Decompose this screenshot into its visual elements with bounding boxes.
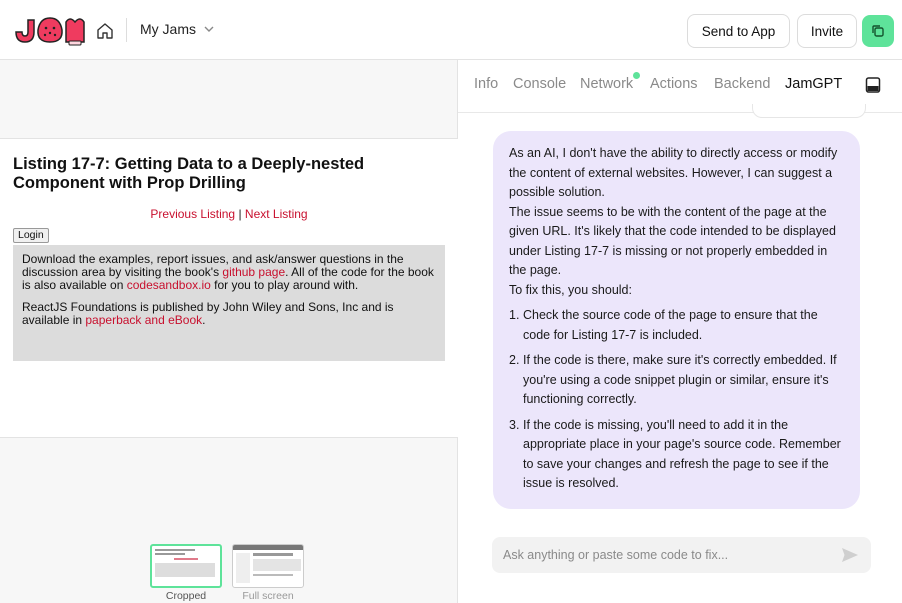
message-paragraph: To fix this, you should:	[509, 282, 632, 297]
invite-button[interactable]: Invite	[797, 14, 857, 48]
tab-console[interactable]: Console	[513, 76, 566, 92]
login-button[interactable]: Login	[13, 228, 49, 243]
chat-input-container	[492, 537, 871, 573]
info-box: Download the examples, report issues, an…	[13, 245, 445, 361]
workspace-selector[interactable]: My Jams	[140, 21, 216, 37]
info-text: for you to play around with.	[210, 278, 359, 292]
previous-message-edge	[752, 104, 866, 118]
tab-jamgpt[interactable]: JamGPT	[785, 76, 842, 92]
thumbnail-full-screen[interactable]: Full screen	[232, 544, 304, 602]
tab-backend[interactable]: Backend	[714, 76, 770, 92]
tab-info[interactable]: Info	[474, 76, 498, 92]
nav-separator: |	[235, 207, 245, 221]
top-bar: My Jams Send to App Invite	[0, 0, 902, 60]
step-number: 3.	[509, 417, 520, 432]
tab-actions[interactable]: Actions	[650, 76, 698, 92]
paperback-ebook-link[interactable]: paperback and eBook	[85, 313, 202, 327]
page-title: Listing 17-7: Getting Data to a Deeply-n…	[13, 155, 365, 192]
home-icon[interactable]	[95, 21, 115, 41]
info-text: .	[202, 313, 206, 327]
network-activity-dot	[633, 72, 640, 79]
thumbnail-label: Full screen	[242, 590, 294, 602]
info-paragraph-2: ReactJS Foundations is published by John…	[22, 301, 436, 327]
message-paragraph: The issue seems to be with the content o…	[509, 204, 836, 278]
step-number: 2.	[509, 353, 520, 367]
thumbnail-image	[232, 544, 304, 588]
chevron-down-icon	[204, 26, 214, 32]
assistant-message: As an AI, I don't have the ability to di…	[493, 131, 860, 509]
view-mode-thumbnails: Cropped Full screen	[150, 544, 304, 602]
jam-logo[interactable]	[14, 14, 86, 46]
next-listing-link[interactable]: Next Listing	[245, 207, 308, 221]
previous-listing-link[interactable]: Previous Listing	[150, 207, 235, 221]
github-page-link[interactable]: github page	[222, 265, 285, 279]
captured-page: Listing 17-7: Getting Data to a Deeply-n…	[0, 138, 458, 438]
step-text: Check the source code of the page to ens…	[523, 308, 818, 342]
info-paragraph-1: Download the examples, report issues, an…	[22, 253, 436, 292]
steps-list: 1. Check the source code of the page to e…	[509, 306, 846, 494]
tab-network[interactable]: Network	[580, 76, 633, 92]
dock-panel-icon[interactable]	[865, 76, 881, 94]
send-to-app-button[interactable]: Send to App	[687, 14, 790, 48]
step-text: If the code is there, make sure it's cor…	[523, 353, 837, 406]
info-text: ReactJS Foundations is published by John…	[22, 300, 394, 327]
list-item: 2. If the code is there, make sure it's c…	[509, 351, 846, 410]
message-paragraph: As an AI, I don't have the ability to di…	[509, 146, 838, 199]
copy-link-button[interactable]	[862, 15, 894, 47]
list-item: 1. Check the source code of the page to e…	[509, 306, 846, 345]
thumbnail-label: Cropped	[165, 590, 207, 602]
codesandbox-link[interactable]: codesandbox.io	[127, 278, 211, 292]
list-item: 3. If the code is missing, you'll need to…	[509, 416, 846, 494]
copy-icon	[872, 25, 884, 37]
listing-nav: Previous Listing | Next Listing	[0, 207, 458, 221]
thumbnail-cropped[interactable]: Cropped	[150, 544, 222, 602]
devtools-panel: Info Console Network Actions Backend Jam…	[458, 60, 902, 603]
toolbar-divider	[126, 18, 127, 42]
step-number: 1.	[509, 308, 520, 322]
workspace-label: My Jams	[140, 21, 196, 37]
chat-input[interactable]	[503, 548, 823, 562]
screenshot-preview-panel: Listing 17-7: Getting Data to a Deeply-n…	[0, 60, 458, 603]
send-icon[interactable]	[841, 547, 859, 563]
thumbnail-image	[150, 544, 222, 588]
step-text: If the code is missing, you'll need to a…	[523, 417, 841, 491]
